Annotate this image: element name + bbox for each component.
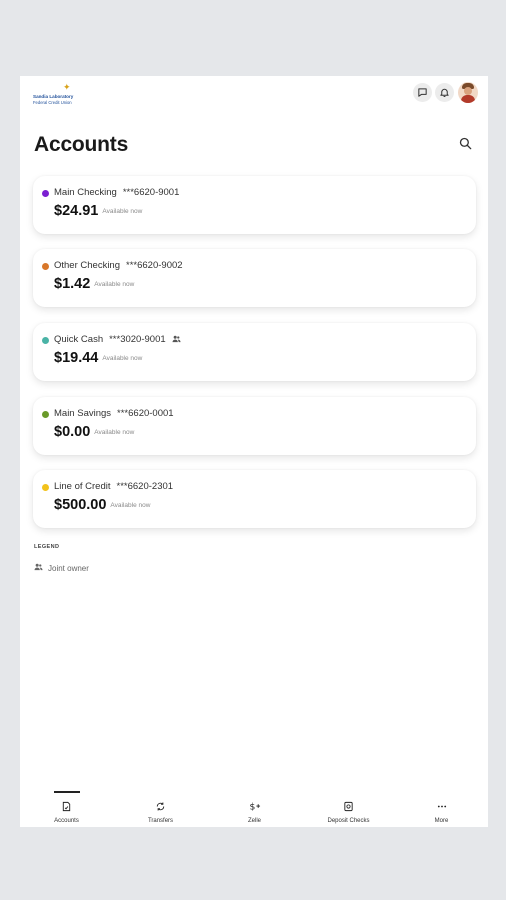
top-bar: ✦ Sandia Laboratory Federal Credit Union [20,76,488,116]
account-card-line-of-credit[interactable]: Line of Credit ***6620-2301 $500.00 Availa… [33,470,476,528]
nav-label: More [434,818,449,824]
account-balance: $19.44 [54,350,99,366]
nav-more[interactable]: More [395,789,488,827]
account-card-main-savings[interactable]: Main Savings ***6620-0001 $0.00 Available … [33,397,476,455]
account-balance: $24.91 [54,203,99,219]
bottom-nav: Accounts Transfers $ Zelle Deposit Check… [20,789,488,827]
accounts-icon [62,801,71,812]
account-card-other-checking[interactable]: Other Checking ***6620-9002 $1.42 Availabl… [33,249,476,307]
available-label: Available now [94,281,135,288]
available-label: Available now [102,355,143,362]
nav-transfers[interactable]: Transfers [114,789,207,827]
account-color-dot [42,411,49,418]
account-number: ***6620-0001 [117,408,174,419]
account-balance: $1.42 [54,276,91,292]
legend-joint-owner-label: Joint owner [48,563,89,573]
account-balance: $0.00 [54,424,91,440]
more-icon [437,805,446,808]
account-number: ***6620-2301 [116,481,174,492]
nav-zelle[interactable]: $ Zelle [208,789,301,827]
transfers-icon [156,802,165,811]
account-name: Main Savings [54,408,112,419]
profile-avatar[interactable] [458,82,478,103]
logo-line1: Sandia Laboratory [33,94,74,99]
available-label: Available now [102,208,143,215]
zelle-icon: $ [249,802,260,812]
nav-label: Deposit Checks [327,818,370,824]
account-balance: $500.00 [54,497,107,513]
joint-owner-icon [34,563,43,573]
account-number: ***3020-9001 [109,334,166,345]
legend-joint-owner: Joint owner [34,563,89,573]
logo-mark-icon: ✦ [63,83,71,93]
nav-label: Zelle [247,818,261,824]
logo-line2: Federal Credit Union [33,100,72,105]
active-tab-indicator [54,791,80,793]
notifications-button[interactable] [435,83,454,102]
page-title: Accounts [34,133,129,156]
nav-accounts[interactable]: Accounts [20,789,113,827]
svg-text:$: $ [249,802,255,812]
account-card-quick-cash[interactable]: Quick Cash ***3020-9001 $19.44 Available n… [33,323,476,381]
account-color-dot [42,190,49,197]
chat-icon [418,88,427,97]
account-name: Line of Credit [54,481,111,492]
account-number: ***6620-9001 [122,187,180,198]
search-button[interactable] [456,134,474,152]
joint-owner-icon [172,335,181,346]
account-card-main-checking[interactable]: Main Checking ***6620-9001 $24.91 Availabl… [33,176,476,234]
search-icon [459,137,471,149]
deposit-checks-icon [344,801,353,812]
available-label: Available now [94,429,135,436]
nav-label: Transfers [147,818,174,824]
account-color-dot [42,484,49,491]
messages-button[interactable] [413,83,432,102]
bell-icon [440,88,449,97]
app-screen: ✦ Sandia Laboratory Federal Credit Union… [20,76,488,827]
account-number: ***6620-9002 [126,260,183,271]
available-label: Available now [110,502,151,509]
account-color-dot [42,263,49,270]
account-name: Main Checking [54,187,117,198]
account-name: Quick Cash [54,334,104,345]
nav-deposit-checks[interactable]: Deposit Checks [302,789,395,827]
account-name: Other Checking [54,260,121,271]
account-color-dot [42,337,49,344]
legend-title: LEGEND [34,544,60,550]
credit-union-logo[interactable]: ✦ Sandia Laboratory Federal Credit Union [33,83,79,107]
nav-label: Accounts [54,818,79,824]
